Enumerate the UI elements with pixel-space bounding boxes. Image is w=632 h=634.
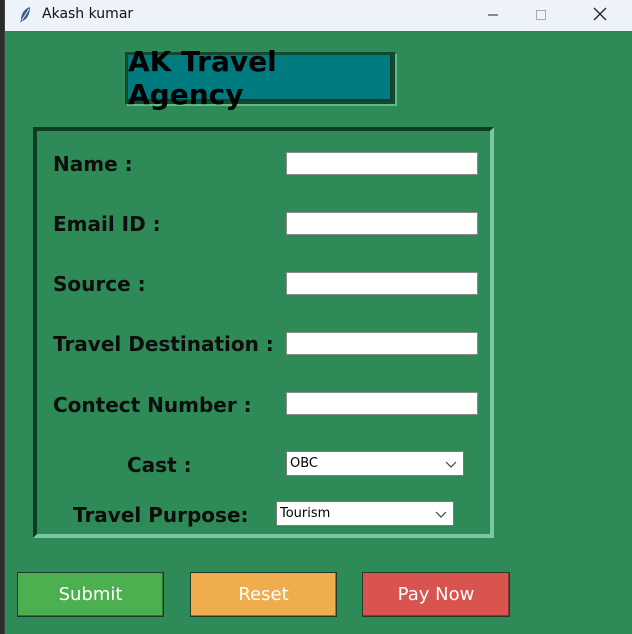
contact-label: Contect Number : [53, 393, 252, 417]
source-label: Source : [53, 272, 146, 296]
page-title: AK Travel Agency [125, 45, 395, 111]
purpose-selected-value: Tourism [280, 506, 331, 521]
app-window: Akash kumar AK Travel Agency Name : Emai… [5, 0, 632, 634]
submit-button[interactable]: Submit [17, 572, 164, 617]
close-button[interactable] [577, 0, 623, 31]
cast-selected-value: OBC [290, 456, 318, 471]
pay-now-button[interactable]: Pay Now [362, 572, 510, 617]
source-field[interactable] [286, 272, 478, 295]
name-label: Name : [53, 152, 133, 176]
maximize-icon [535, 6, 547, 25]
maximize-button[interactable] [518, 0, 564, 31]
feather-icon [18, 6, 32, 24]
close-icon [593, 6, 607, 25]
email-field[interactable] [286, 212, 478, 235]
cast-label: Cast : [127, 453, 192, 477]
chevron-down-icon [445, 458, 457, 468]
reset-button[interactable]: Reset [190, 572, 337, 617]
chevron-down-icon [435, 508, 447, 518]
minimize-icon [487, 6, 499, 25]
minimize-button[interactable] [470, 0, 516, 31]
purpose-label: Travel Purpose: [73, 503, 249, 527]
contact-field[interactable] [286, 392, 478, 415]
email-label: Email ID : [53, 212, 161, 236]
cast-select[interactable]: OBC [286, 451, 464, 476]
title-bar[interactable]: Akash kumar [5, 0, 632, 31]
destination-label: Travel Destination : [53, 332, 274, 356]
purpose-select[interactable]: Tourism [276, 501, 454, 526]
destination-field[interactable] [286, 332, 478, 355]
name-field[interactable] [286, 152, 478, 175]
window-title: Akash kumar [42, 6, 134, 22]
